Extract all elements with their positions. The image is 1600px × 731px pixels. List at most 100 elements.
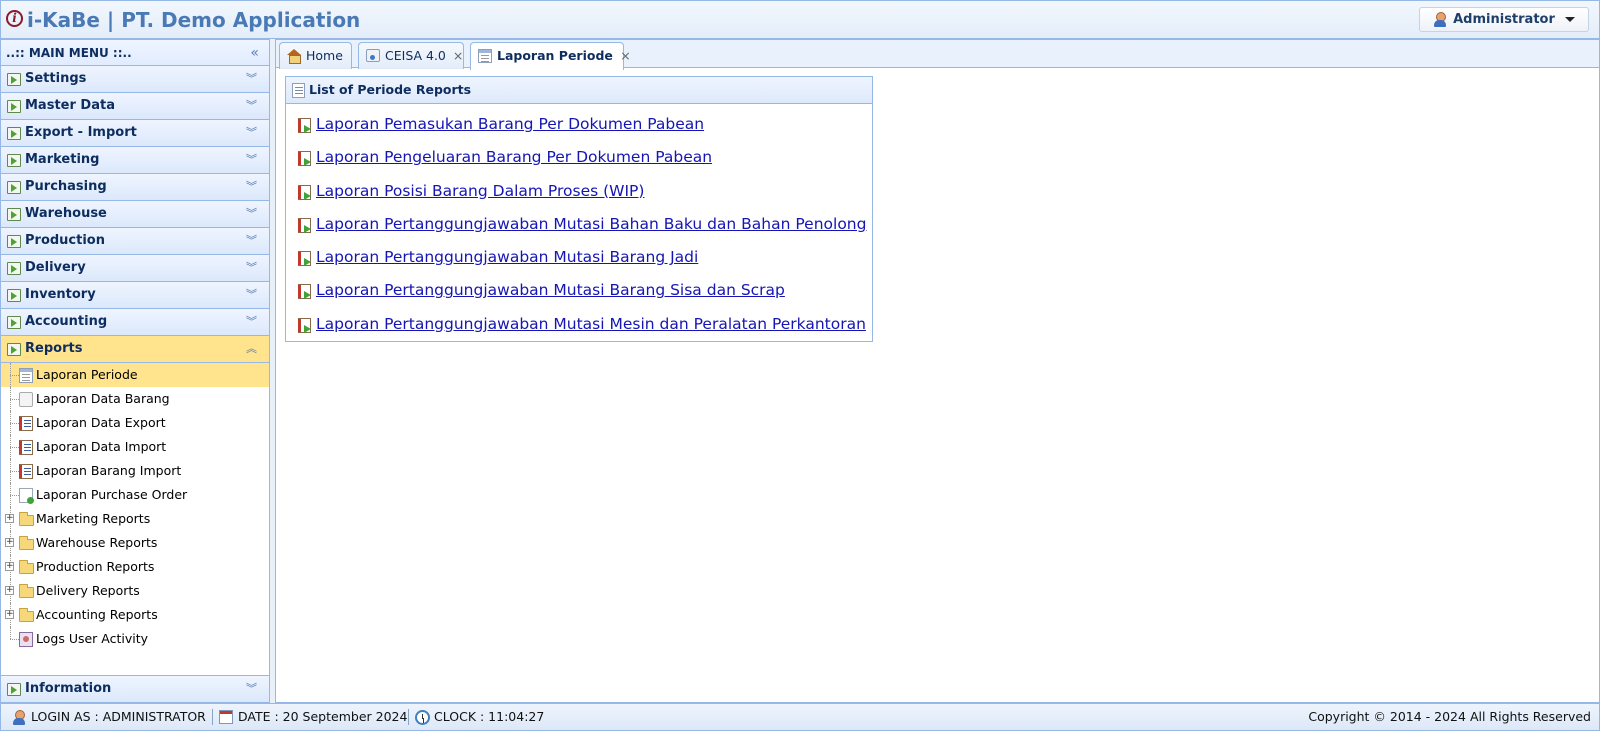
accordion-master-data[interactable]: Master Data ︾: [1, 93, 269, 120]
report-link-bahan-baku[interactable]: Laporan Pertanggungjawaban Mutasi Bahan …: [316, 215, 866, 233]
tab-label: Laporan Periode: [497, 48, 613, 63]
report-go-icon: [298, 118, 311, 133]
expand-chevron-icon[interactable]: ︾: [246, 676, 257, 702]
tab-home[interactable]: Home: [279, 42, 352, 69]
report-icon: [19, 440, 33, 455]
tree-folder-production-reports[interactable]: + Production Reports: [1, 555, 269, 579]
expand-chevron-icon[interactable]: ︾: [246, 255, 257, 281]
close-tab-icon[interactable]: ×: [453, 48, 463, 63]
expand-plus-icon[interactable]: +: [5, 586, 14, 595]
folder-icon: [19, 536, 34, 550]
collapse-chevron-icon[interactable]: ︽: [246, 336, 257, 362]
status-divider: [212, 709, 213, 725]
tree-folder-marketing-reports[interactable]: + Marketing Reports: [1, 507, 269, 531]
accordion-settings[interactable]: Settings ︾: [1, 66, 269, 93]
expand-chevron-icon[interactable]: ︾: [246, 66, 257, 92]
data-report-icon: [19, 392, 33, 407]
tree-item-label: Laporan Purchase Order: [36, 487, 188, 502]
accordion-inventory[interactable]: Inventory ︾: [1, 282, 269, 309]
accordion-label: Master Data: [25, 98, 115, 113]
menu-section-icon: [7, 181, 21, 194]
report-go-icon: [298, 317, 311, 333]
menu-section-icon: [7, 73, 21, 86]
report-link-item: Laporan Posisi Barang Dalam Proses (WIP): [286, 180, 872, 213]
status-bar: LOGIN AS : ADMINISTRATOR DATE : 20 Septe…: [0, 703, 1600, 731]
expand-plus-icon[interactable]: +: [5, 562, 14, 571]
report-go-icon: [298, 217, 311, 233]
tree-item-logs-user-activity[interactable]: Logs User Activity: [1, 627, 269, 651]
tree-item-laporan-purchase-order[interactable]: Laporan Purchase Order: [1, 483, 269, 507]
accordion-label: Accounting: [25, 314, 108, 329]
expand-chevron-icon[interactable]: ︾: [246, 120, 257, 146]
expand-plus-icon[interactable]: +: [5, 514, 14, 523]
expand-chevron-icon[interactable]: ︾: [246, 174, 257, 200]
tree-folder-warehouse-reports[interactable]: + Warehouse Reports: [1, 531, 269, 555]
report-link-wip[interactable]: Laporan Posisi Barang Dalam Proses (WIP): [316, 182, 644, 200]
report-link-sisa-scrap[interactable]: Laporan Pertanggungjawaban Mutasi Barang…: [316, 281, 785, 299]
accordion-export-import[interactable]: Export - Import ︾: [1, 120, 269, 147]
periode-reports-panel: List of Periode Reports Laporan Pemasuka…: [285, 76, 873, 342]
tree-item-laporan-barang-import[interactable]: Laporan Barang Import: [1, 459, 269, 483]
accordion-label: Reports: [25, 341, 83, 356]
tree-folder-delivery-reports[interactable]: + Delivery Reports: [1, 579, 269, 603]
accordion-production[interactable]: Production ︾: [1, 228, 269, 255]
menu-section-icon: [7, 127, 21, 140]
expand-chevron-icon[interactable]: ︾: [246, 309, 257, 335]
report-link-item: Laporan Pertanggungjawaban Mutasi Barang…: [286, 246, 872, 279]
report-link-item: Laporan Pemasukan Barang Per Dokumen Pab…: [286, 113, 872, 146]
expand-chevron-icon[interactable]: ︾: [246, 201, 257, 227]
expand-chevron-icon[interactable]: ︾: [246, 228, 257, 254]
accordion-information[interactable]: Information ︾: [1, 675, 269, 702]
tab-bar: Home CEISA 4.0 × Laporan Periode ×: [276, 40, 1599, 70]
accordion-warehouse[interactable]: Warehouse ︾: [1, 201, 269, 228]
collapse-sidebar-icon[interactable]: «: [250, 40, 259, 66]
calendar-icon: [219, 710, 233, 724]
tab-label: Home: [306, 48, 343, 63]
report-go-icon: [298, 284, 311, 300]
user-menu-button[interactable]: Administrator: [1419, 7, 1589, 32]
status-divider: [408, 709, 409, 725]
report-link-barang-jadi[interactable]: Laporan Pertanggungjawaban Mutasi Barang…: [316, 248, 698, 266]
menu-section-icon: [7, 343, 21, 356]
accordion-marketing[interactable]: Marketing ︾: [1, 147, 269, 174]
list-icon: [292, 83, 305, 98]
tab-ceisa[interactable]: CEISA 4.0 ×: [358, 42, 464, 69]
accordion-reports[interactable]: Reports ︽: [1, 336, 269, 363]
folder-icon: [19, 608, 34, 622]
date-status-text: DATE : 20 September 2024: [238, 709, 408, 724]
expand-chevron-icon[interactable]: ︾: [246, 147, 257, 173]
report-link-pemasukan[interactable]: Laporan Pemasukan Barang Per Dokumen Pab…: [316, 115, 704, 133]
tree-item-label: Laporan Data Import: [36, 439, 167, 454]
user-icon: [12, 710, 26, 725]
expand-plus-icon[interactable]: +: [5, 610, 14, 619]
main-menu-header: ..:: MAIN MENU ::.. «: [1, 40, 269, 66]
expand-chevron-icon[interactable]: ︾: [246, 93, 257, 119]
accordion-purchasing[interactable]: Purchasing ︾: [1, 174, 269, 201]
tree-item-laporan-data-import[interactable]: Laporan Data Import: [1, 435, 269, 459]
tab-laporan-periode[interactable]: Laporan Periode ×: [470, 42, 631, 70]
report-link-mesin[interactable]: Laporan Pertanggungjawaban Mutasi Mesin …: [316, 315, 866, 333]
menu-section-icon: [7, 289, 21, 302]
purchase-order-icon: [19, 488, 34, 504]
tree-item-label: Delivery Reports: [36, 583, 140, 598]
tree-item-laporan-periode[interactable]: Laporan Periode: [1, 363, 269, 387]
user-log-icon: [19, 632, 33, 647]
tree-folder-accounting-reports[interactable]: + Accounting Reports: [1, 603, 269, 627]
accordion-delivery[interactable]: Delivery ︾: [1, 255, 269, 282]
expand-plus-icon[interactable]: +: [5, 538, 14, 547]
close-tab-icon[interactable]: ×: [620, 48, 630, 63]
accordion-accounting[interactable]: Accounting ︾: [1, 309, 269, 336]
accordion-label: Inventory: [25, 287, 96, 302]
accordion-label: Delivery: [25, 260, 86, 275]
sidebar: ..:: MAIN MENU ::.. « Settings ︾ Master D…: [0, 39, 270, 703]
tree-item-laporan-data-barang[interactable]: Laporan Data Barang: [1, 387, 269, 411]
tree-item-label: Marketing Reports: [36, 511, 151, 526]
tree-item-label: Laporan Barang Import: [36, 463, 182, 478]
reports-tree: Laporan Periode Laporan Data Barang Lapo…: [1, 363, 269, 651]
tree-item-label: Laporan Data Barang: [36, 391, 170, 406]
tree-item-label: Production Reports: [36, 559, 155, 574]
tree-item-laporan-data-export[interactable]: Laporan Data Export: [1, 411, 269, 435]
report-link-pengeluaran[interactable]: Laporan Pengeluaran Barang Per Dokumen P…: [316, 148, 712, 166]
expand-chevron-icon[interactable]: ︾: [246, 282, 257, 308]
tab-label: CEISA 4.0: [385, 48, 446, 63]
